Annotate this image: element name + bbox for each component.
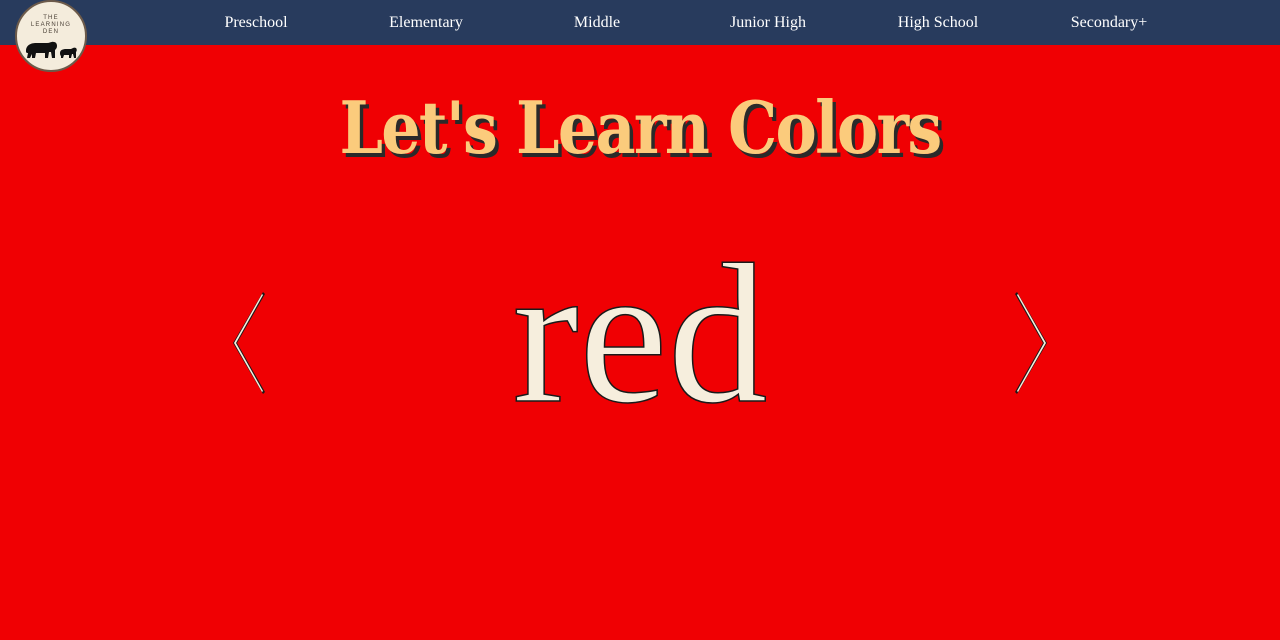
page-title: Let's Learn Colors (339, 85, 942, 170)
chevron-right-icon (1015, 292, 1047, 394)
top-navbar: Preschool Elementary Middle Junior High … (0, 0, 1280, 45)
logo-text: THE LEARNING DEN (30, 15, 72, 35)
current-color-word: red (512, 224, 769, 445)
nav-item-elementary[interactable]: Elementary (389, 12, 463, 34)
nav-item-preschool[interactable]: Preschool (224, 12, 287, 34)
site-logo[interactable]: THE LEARNING DEN (15, 0, 87, 72)
nav-item-middle[interactable]: Middle (574, 12, 620, 34)
bear-icon (26, 41, 77, 58)
next-color-button[interactable] (1014, 290, 1050, 396)
nav-item-high-school[interactable]: High School (898, 12, 978, 34)
nav-item-secondary-plus[interactable]: Secondary+ (1071, 12, 1148, 34)
nav-item-junior-high[interactable]: Junior High (730, 12, 806, 34)
